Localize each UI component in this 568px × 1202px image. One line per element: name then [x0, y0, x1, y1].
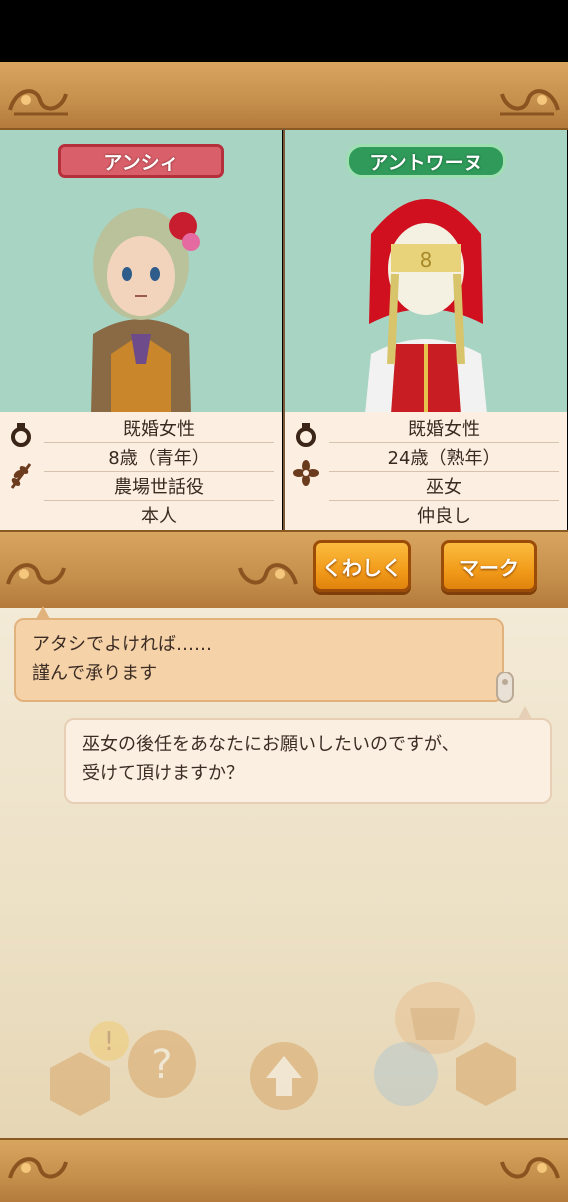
- scroll-ornament: [492, 80, 562, 118]
- scroll-ornament: [492, 1148, 562, 1186]
- status-bar: [0, 0, 568, 62]
- mark-button[interactable]: マーク: [441, 540, 537, 592]
- bottom-ornament-band: [0, 1138, 568, 1202]
- help-icon: ?: [128, 1030, 196, 1098]
- ring-icon: [8, 422, 34, 452]
- info-row-relation: 本人: [141, 506, 177, 527]
- dialogue-bubble-reply: アタシでよければ…… 謹んで承ります: [14, 618, 504, 702]
- info-row-status: 既婚女性: [329, 414, 559, 443]
- flower-icon: [293, 460, 319, 490]
- pin-icon: [496, 672, 514, 703]
- character-portrait: [91, 208, 200, 412]
- scroll-ornament: [230, 554, 300, 592]
- dialogue-bubble-request: 巫女の後任をあなたにお願いしたいのですが、 受けて頂けますか？: [64, 718, 552, 804]
- top-ornament-band: [0, 62, 568, 130]
- mission-icon: [50, 1052, 110, 1116]
- character-name-plate: アンシィ: [58, 144, 224, 178]
- dialogue-line: 受けて頂けますか？: [82, 763, 244, 784]
- arrow-up-icon: [250, 1042, 318, 1110]
- info-row-age: 24歳（熟年）: [329, 443, 559, 472]
- info-row-status: 既婚女性: [44, 414, 274, 443]
- wheat-icon: [8, 460, 34, 494]
- dialogue-line: 巫女の後任をあなたにお願いしたいのですが、: [82, 734, 460, 755]
- info-row-job: 巫女: [329, 472, 559, 501]
- svg-text:8: 8: [420, 248, 433, 272]
- character-portrait: 8: [365, 199, 487, 412]
- character-panel-right: アントワーヌ 8: [285, 130, 567, 412]
- dialogue-line: アタシでよければ……: [32, 634, 212, 655]
- character-info-right: 既婚女性 24歳（熟年） 巫女 仲良し: [285, 412, 567, 530]
- auto-move-icon: [456, 1042, 516, 1106]
- scroll-ornament: [4, 554, 74, 592]
- scroll-ornament: [6, 80, 76, 118]
- details-button[interactable]: くわしく: [313, 540, 411, 592]
- character-name-plate: アントワーヌ: [346, 144, 506, 178]
- dialogue-line: 謹んで承ります: [32, 663, 158, 684]
- svg-text:?: ?: [151, 1042, 172, 1088]
- info-row-job: 農場世話役: [44, 472, 274, 501]
- ring-icon: [293, 422, 319, 452]
- info-row-relation: 仲良し: [417, 506, 471, 527]
- character-panel-left: アンシィ: [0, 130, 282, 412]
- duck-icon: [374, 1042, 438, 1106]
- character-info-left: 既婚女性 8歳（青年） 農場世話役 本人: [0, 412, 282, 530]
- bubble-tail: [518, 706, 532, 719]
- info-row-age: 8歳（青年）: [44, 443, 274, 472]
- scroll-ornament: [6, 1148, 76, 1186]
- bubble-tail: [36, 606, 50, 619]
